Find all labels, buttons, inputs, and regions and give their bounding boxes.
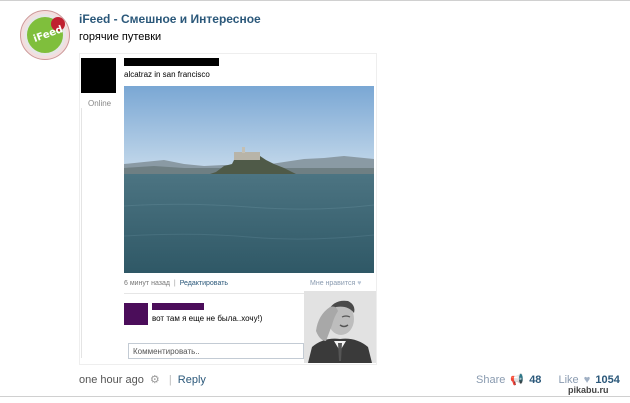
pikabu-watermark: pikabu.ru (568, 385, 609, 395)
share-label: Share (476, 374, 506, 386)
post-time[interactable]: one hour ago (79, 374, 144, 386)
screenshot-comment-input: Комментировать.. (128, 343, 304, 359)
screenshot-status-text: alcatraz in san francisco (124, 70, 210, 79)
share-count: 48 (529, 374, 542, 386)
screenshot-commenter-avatar-redacted (124, 303, 148, 325)
screenshot-like-label: Мне нравится (310, 280, 356, 287)
alcatraz-photo-drawing (124, 86, 374, 273)
top-border (0, 0, 630, 1)
screenshot-avatar-redacted (81, 58, 116, 93)
megaphone-icon: 📢 (510, 374, 525, 386)
facepalm-man-drawing (304, 291, 376, 363)
screenshot-post-time: 6 минут назад (124, 280, 170, 287)
screenshot-divider-vertical (81, 108, 82, 358)
screenshot-meta-separator: | (173, 280, 176, 287)
screenshot-like-button[interactable]: Мне нравится ♥ (310, 280, 361, 287)
share-button[interactable]: Share 📢 48 (476, 374, 559, 386)
screenshot-post-meta: 6 минут назад | Редактировать (124, 280, 228, 287)
post-text: горячие путевки (79, 31, 162, 43)
screenshot-comment-divider (124, 293, 304, 294)
footer-separator: | (168, 374, 172, 386)
screenshot-name-redacted (124, 58, 219, 66)
facepalm-man-photo (304, 291, 376, 363)
reply-link[interactable]: Reply (178, 374, 206, 386)
screenshot-comment-text: вот там я еще не была..хочу!) (152, 314, 263, 323)
alcatraz-photo (124, 86, 374, 273)
screenshot-online-label: Online (88, 99, 112, 108)
post-footer-left: one hour ago ⚙ | Reply (79, 373, 206, 386)
screenshot-edit-link[interactable]: Редактировать (180, 280, 228, 287)
author-avatar[interactable]: iFeed (20, 10, 70, 60)
heart-icon: ♥ (357, 280, 362, 287)
post-author-link[interactable]: iFeed - Смешное и Интересное (79, 12, 261, 26)
gear-icon[interactable]: ⚙ (150, 374, 160, 386)
screenshot-commenter-name-redacted (152, 303, 204, 310)
bottom-border (0, 396, 630, 397)
